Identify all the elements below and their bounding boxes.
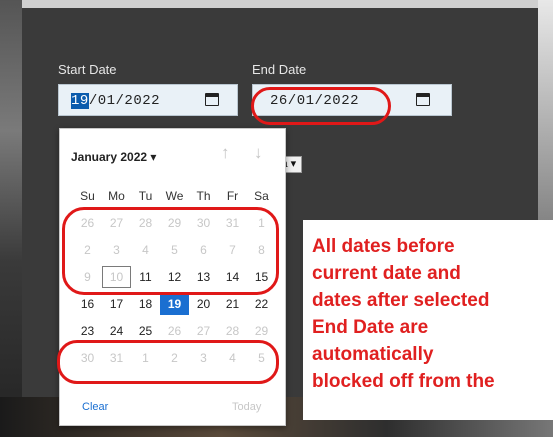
- day-cell[interactable]: 20: [189, 297, 218, 311]
- start-date-input[interactable]: 19/01/2022: [58, 84, 238, 116]
- month-selector[interactable]: January 2022 ▾: [71, 150, 156, 164]
- day-cell-selected[interactable]: 19: [160, 292, 189, 315]
- start-date-day-segment[interactable]: 19: [71, 93, 89, 109]
- up-arrow-icon[interactable]: ↑: [221, 143, 230, 163]
- start-date-label: Start Date: [58, 62, 117, 77]
- weekday-label: Mo: [108, 188, 125, 203]
- day-cell-disabled: 27: [196, 323, 211, 338]
- blocked-past-dates-oval: [62, 207, 279, 295]
- blocked-future-dates-oval: [57, 340, 279, 384]
- day-cell[interactable]: 17: [102, 297, 131, 311]
- annotation-line: current date and: [312, 263, 461, 284]
- weekday-label: Su: [80, 188, 95, 203]
- day-cell-disabled: 26: [167, 323, 182, 338]
- day-cell[interactable]: 22: [247, 297, 276, 311]
- weekday-label: Fr: [226, 188, 239, 203]
- day-cell[interactable]: 23: [73, 324, 102, 338]
- annotation-note: All dates before current date and dates …: [303, 220, 553, 420]
- day-cell[interactable]: 21: [218, 297, 247, 311]
- today-button: Today: [232, 401, 262, 413]
- calendar-icon[interactable]: [416, 93, 430, 106]
- end-date-label: End Date: [252, 62, 307, 77]
- clear-button[interactable]: Clear: [82, 401, 108, 413]
- day-cell-disabled: 29: [254, 323, 269, 338]
- day-cell[interactable]: 25: [131, 324, 160, 338]
- down-arrow-icon[interactable]: ↓: [254, 143, 263, 163]
- annotation-line: blocked off from the: [312, 371, 495, 392]
- end-date-highlight-oval: [251, 87, 391, 125]
- annotation-line: dates after selected: [312, 290, 490, 311]
- weekday-label: Sa: [254, 188, 269, 203]
- start-date-rest: /01/2022: [88, 93, 161, 109]
- calendar-icon[interactable]: [205, 93, 219, 106]
- background-top: [0, 0, 553, 8]
- weekday-label: We: [165, 188, 184, 203]
- weekday-label: Tu: [138, 188, 153, 203]
- day-cell-disabled: 28: [225, 323, 240, 338]
- annotation-line: automatically: [312, 344, 434, 365]
- day-cell[interactable]: 16: [73, 297, 102, 311]
- annotation-line: All dates before: [312, 236, 455, 257]
- annotation-line: End Date are: [312, 317, 429, 338]
- day-cell[interactable]: 18: [131, 297, 160, 311]
- weekday-header: Su Mo Tu We Th Fr Sa: [73, 182, 277, 209]
- day-cell[interactable]: 24: [102, 324, 131, 338]
- weekday-label: Th: [196, 188, 211, 203]
- annotation-text: All dates before current date and dates …: [312, 233, 495, 395]
- background-left: [0, 0, 22, 437]
